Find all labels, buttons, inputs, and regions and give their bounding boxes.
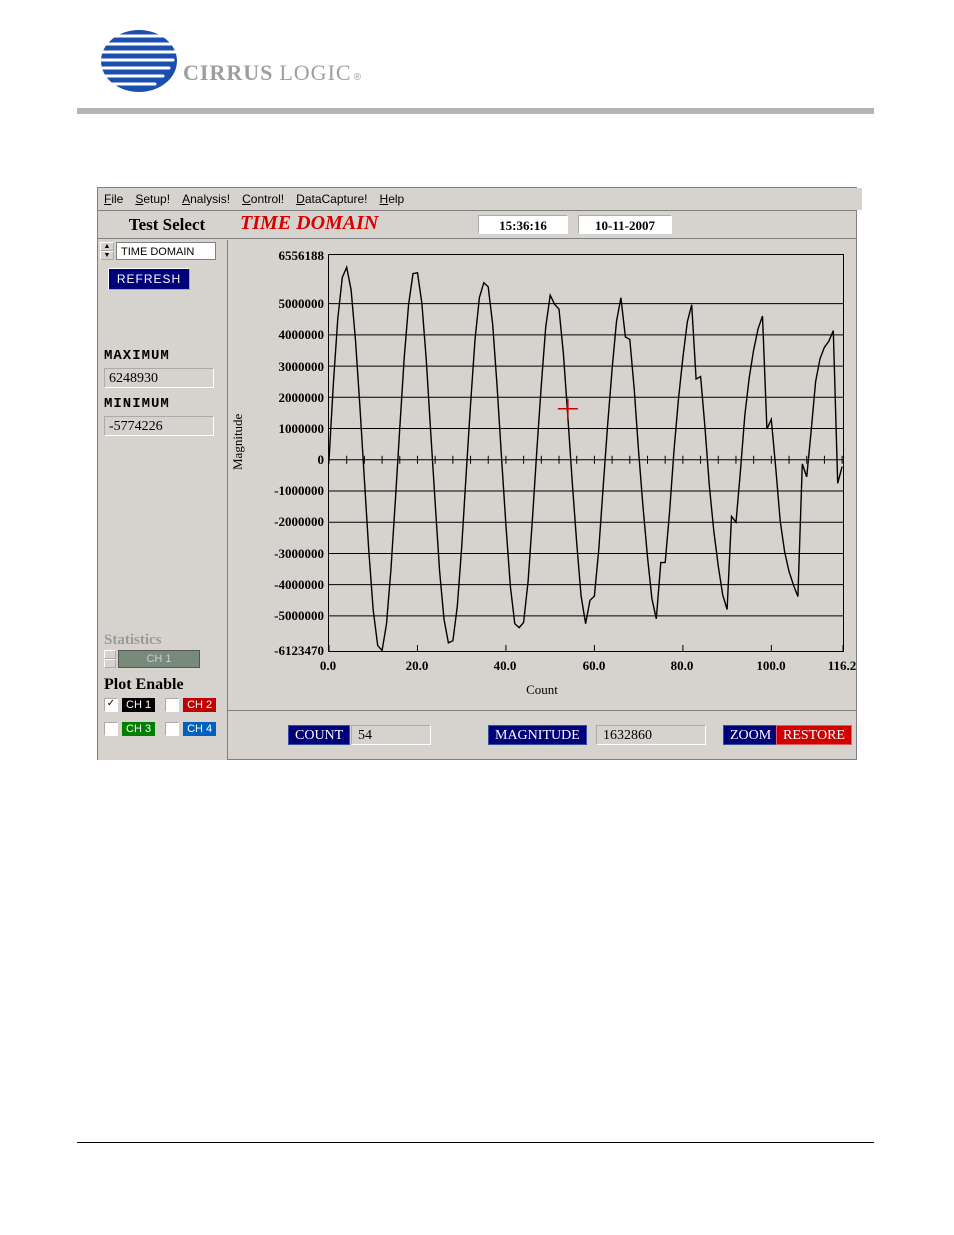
test-select-down-button[interactable]: ▼ <box>100 251 114 260</box>
magnitude-label: MAGNITUDE <box>488 725 587 745</box>
restore-button[interactable]: RESTORE <box>776 725 852 745</box>
ytick-12: -6123470 <box>234 643 324 659</box>
ch3-badge: CH 3 <box>122 722 155 736</box>
brand-reg-icon: ® <box>354 72 361 83</box>
test-select-spinner: ▲ ▼ TIME DOMAIN <box>100 242 216 260</box>
maximum-field[interactable]: 6248930 <box>104 368 214 388</box>
header-strip: Test Select TIME DOMAIN 15:36:16 10-11-2… <box>98 212 856 239</box>
test-select-label: Test Select <box>108 215 226 235</box>
xtick-3: 60.0 <box>574 658 614 674</box>
brand-word-2: LOGIC <box>279 60 351 86</box>
date-display: 10-11-2007 <box>578 215 672 234</box>
ytick-4: 2000000 <box>234 390 324 406</box>
plot-xlabel: Count <box>228 682 856 698</box>
ch3-checkbox[interactable] <box>104 722 118 736</box>
xtick-6: 116.2 <box>822 658 862 674</box>
menu-analysis[interactable]: Analysis! <box>182 192 230 206</box>
count-field[interactable]: 54 <box>351 725 431 745</box>
maximum-label: MAXIMUM <box>104 348 170 364</box>
menu-help[interactable]: Help <box>380 192 405 206</box>
ch1-badge: CH 1 <box>122 698 155 712</box>
time-display: 15:36:16 <box>478 215 568 234</box>
test-select-field[interactable]: TIME DOMAIN <box>116 242 216 260</box>
ch4-checkbox[interactable] <box>165 722 179 736</box>
menu-bar: File Setup! Analysis! Control! DataCaptu… <box>98 188 862 210</box>
ch1-checkbox[interactable]: ✓ <box>104 698 118 712</box>
top-divider <box>77 108 874 114</box>
ch4-badge: CH 4 <box>183 722 216 736</box>
sidebar: ▲ ▼ TIME DOMAIN REFRESH MAXIMUM 6248930 … <box>98 240 228 760</box>
ytick-5: 1000000 <box>234 421 324 437</box>
analysis-window: File Setup! Analysis! Control! DataCaptu… <box>97 187 857 760</box>
count-label: COUNT <box>288 725 350 745</box>
plot-canvas[interactable] <box>328 254 844 652</box>
ytick-11: -5000000 <box>234 608 324 624</box>
xtick-5: 100.0 <box>751 658 791 674</box>
brand-logo: CIRRUS LOGIC ® <box>77 30 361 92</box>
menu-control[interactable]: Control! <box>242 192 284 206</box>
brand-word-1: CIRRUS <box>183 60 273 86</box>
test-select-up-button[interactable]: ▲ <box>100 242 114 251</box>
ytick-0: 6556188 <box>234 248 324 264</box>
refresh-button[interactable]: REFRESH <box>108 268 190 290</box>
ytick-8: -2000000 <box>234 514 324 530</box>
ytick-1: 5000000 <box>234 296 324 312</box>
minimum-field[interactable]: -5774226 <box>104 416 214 436</box>
ytick-7: -1000000 <box>234 483 324 499</box>
ytick-6: 0 <box>234 452 324 468</box>
xtick-2: 40.0 <box>485 658 525 674</box>
statistics-channel-spinner: CH 1 <box>104 650 200 668</box>
ytick-3: 3000000 <box>234 359 324 375</box>
magnitude-field[interactable]: 1632860 <box>596 725 706 745</box>
xtick-4: 80.0 <box>662 658 702 674</box>
xtick-1: 20.0 <box>397 658 437 674</box>
menu-datacapture[interactable]: DataCapture! <box>296 192 367 206</box>
plot-area: Magnitude Count 6556188 5000000 4000000 … <box>228 240 856 710</box>
ch2-badge: CH 2 <box>183 698 216 712</box>
plot-svg <box>329 255 843 651</box>
stats-channel-down-button[interactable] <box>104 659 116 668</box>
menu-setup[interactable]: Setup! <box>135 192 170 206</box>
brand-swoosh-icon <box>77 30 177 92</box>
ytick-10: -4000000 <box>234 577 324 593</box>
statistics-label: Statistics <box>104 632 162 649</box>
ytick-9: -3000000 <box>234 546 324 562</box>
ytick-2: 4000000 <box>234 327 324 343</box>
menu-file[interactable]: File <box>104 192 123 206</box>
minimum-label: MINIMUM <box>104 396 170 412</box>
bottom-divider <box>77 1142 874 1143</box>
bottom-strip: COUNT 54 MAGNITUDE 1632860 ZOOM RESTORE <box>228 710 856 759</box>
ch2-checkbox[interactable] <box>165 698 179 712</box>
zoom-button[interactable]: ZOOM <box>723 725 778 745</box>
mode-title: TIME DOMAIN <box>240 212 378 235</box>
xtick-0: 0.0 <box>308 658 348 674</box>
stats-channel-badge[interactable]: CH 1 <box>118 650 200 668</box>
stats-channel-up-button[interactable] <box>104 650 116 659</box>
plot-enable-label: Plot Enable <box>104 676 184 694</box>
